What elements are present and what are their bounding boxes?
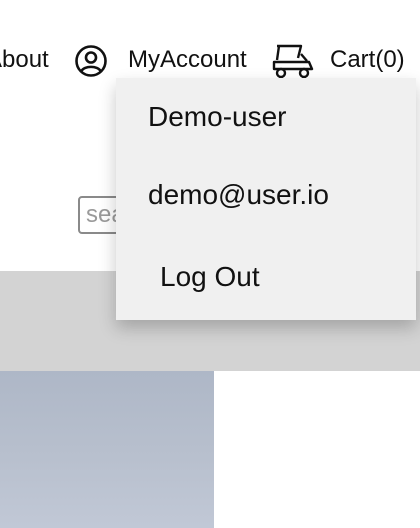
user-circle-icon[interactable] [74,44,108,78]
nav-link-cart[interactable]: Cart(0) [330,45,405,75]
logout-button[interactable]: Log Out [160,260,260,294]
account-email: demo@user.io [148,179,329,210]
golf-cart-icon[interactable] [271,42,315,80]
nav-link-about[interactable]: About [0,45,49,75]
account-username: Demo-user [148,101,287,132]
product-image[interactable] [0,371,214,528]
account-dropdown-menu: Demo-user demo@user.io Log Out [116,78,416,320]
nav-link-my-account[interactable]: MyAccount [128,45,247,75]
